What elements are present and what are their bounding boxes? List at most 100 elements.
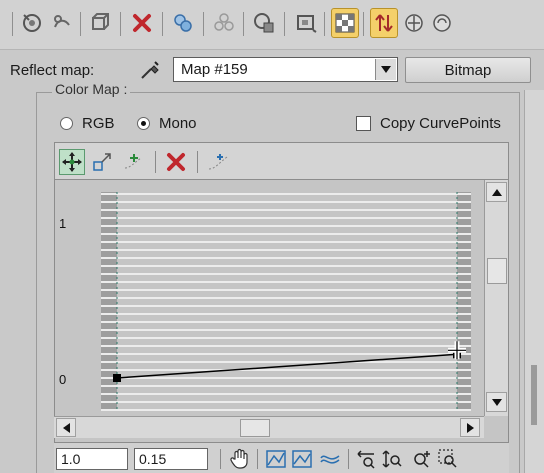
color-map-title: Color Map : [52,84,131,98]
go-forward-sibling-button[interactable] [400,8,428,38]
delete-icon [167,153,185,171]
curve-graph-canvas[interactable] [55,180,485,416]
curve-graph[interactable]: 1 0 [54,180,509,442]
zoom-horizontal-extents-button[interactable] [290,447,314,471]
zoom-extents-icon [266,450,286,468]
scale-icon [93,153,111,171]
get-material-icon [23,14,41,32]
options-icon [433,14,451,32]
move-point-button[interactable] [59,149,85,175]
insert-point-button[interactable] [121,149,147,175]
insert-point-icon [124,154,142,169]
scroll-right-button[interactable] [460,418,480,437]
move-icon [62,152,82,172]
put-material-icon [54,15,70,28]
reset-curves-button[interactable] [205,149,231,175]
make-unique-button[interactable] [169,8,197,38]
toolbar-separator [324,12,325,36]
material-editor-toolbar [0,0,544,50]
zoom-value-extents-icon [320,455,340,464]
reset-curve-icon [208,154,228,170]
y-axis-label-top: 1 [59,216,67,231]
scroll-left-button[interactable] [56,418,76,437]
horizontal-scroll-thumb[interactable] [240,419,270,437]
delete-icon [133,14,151,32]
go-to-parent-icon [375,14,393,32]
reset-map-button[interactable] [128,8,156,38]
chevron-down-icon[interactable] [375,59,396,80]
arrow-left-icon [62,422,70,433]
toolbar-separator [363,12,364,36]
toolbar-separator [12,12,13,36]
toolbar-separator [120,12,121,36]
go-to-parent-button[interactable] [370,8,398,38]
radio-mono[interactable]: Mono [137,115,197,132]
zoom-icon [414,451,430,468]
point-x-field[interactable]: 1.0 [56,448,128,470]
toolbar-separator [80,12,81,36]
delete-point-button[interactable] [163,149,189,175]
pan-button[interactable] [228,447,252,471]
show-end-result-button[interactable] [331,8,359,38]
copy-curvepoints-box[interactable] [356,116,371,131]
arrow-up-icon [491,188,502,196]
curve-line [116,353,458,379]
radio-rgb[interactable]: RGB [60,115,115,132]
scroll-up-button[interactable] [486,182,507,202]
radio-rgb-dot[interactable] [60,117,73,130]
assign-material-button[interactable] [86,8,114,38]
eyedropper-icon[interactable] [138,58,162,82]
arrow-down-icon [491,398,502,406]
material-id-button[interactable] [250,8,278,38]
curve-toolbar-separator [197,151,198,173]
make-unique-icon [174,14,192,32]
radio-rgb-label: RGB [82,115,115,132]
panel-scrollbar[interactable] [524,90,544,473]
show-map-button[interactable] [292,8,320,38]
zoom-vertical-button[interactable] [380,447,404,471]
bottom-bar-separator [257,449,258,469]
toolbar-separator [284,12,285,36]
zoom-region-icon [438,449,457,468]
copy-curvepoints-checkbox[interactable]: Copy CurvePoints [356,115,501,132]
vertical-scroll-thumb[interactable] [487,258,507,284]
curve-bottom-bar: 1.0 0.15 [54,442,509,473]
zoom-extents-button[interactable] [264,447,288,471]
map-dropdown-value: Map #159 [181,61,248,78]
copy-curvepoints-label: Copy CurvePoints [380,115,501,132]
put-to-library-button[interactable] [210,8,238,38]
options-button[interactable] [428,8,456,38]
arrow-right-icon [466,422,474,433]
show-map-icon [297,15,317,33]
map-type-button[interactable]: Bitmap [405,57,531,83]
panel-scroll-grip[interactable] [531,365,537,425]
cube-icon [92,13,109,30]
graph-horizontal-scrollbar[interactable] [54,416,484,438]
curve-toolbar [54,142,509,180]
sphere-pick-icon [405,14,423,32]
zoom-horizontal-icon [357,450,375,469]
put-material-button[interactable] [48,8,76,38]
bottom-bar-separator [220,449,221,469]
radio-mono-label: Mono [159,115,197,132]
curve-point-0 [113,374,121,382]
point-y-field[interactable]: 0.15 [134,448,208,470]
zoom-horizontal-button[interactable] [354,447,378,471]
graph-vertical-scrollbar[interactable] [484,180,508,416]
map-dropdown[interactable]: Map #159 [173,57,398,82]
library-icon [214,13,234,31]
bottom-bar-separator [348,449,349,469]
get-material-button[interactable] [18,8,46,38]
radio-mono-dot[interactable] [137,117,150,130]
zoom-button[interactable] [410,447,434,471]
reflect-map-row: Reflect map: Map #159 Bitmap [0,50,544,88]
curve-toolbar-separator [155,151,156,173]
y-axis-label-bottom: 0 [59,372,67,387]
zoom-value-extents-button[interactable] [318,447,342,471]
scroll-down-button[interactable] [486,392,507,412]
zoom-region-button[interactable] [436,447,460,471]
zoom-horizontal-extents-icon [292,450,312,468]
material-id-icon [254,13,274,33]
scale-point-button[interactable] [89,149,115,175]
zoom-vertical-icon [382,450,402,468]
